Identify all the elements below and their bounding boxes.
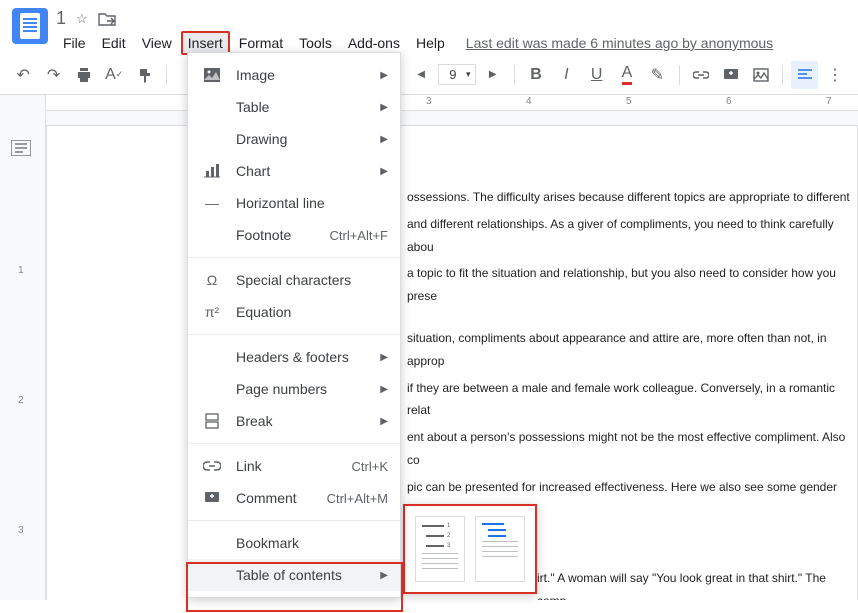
menu-edit[interactable]: Edit	[95, 31, 133, 55]
title-area: 1 ☆ File Edit View Insert Format Tools A…	[56, 8, 846, 55]
insert-link-button[interactable]	[687, 61, 713, 89]
document-title[interactable]: 1	[56, 8, 66, 29]
spellcheck-button[interactable]: A✓	[101, 61, 127, 89]
header: 1 ☆ File Edit View Insert Format Tools A…	[0, 0, 858, 55]
comment-icon	[202, 490, 222, 506]
underline-button[interactable]: U	[583, 61, 609, 89]
doc-text[interactable]: ent about a person's possessions might n…	[407, 426, 857, 472]
insert-headers-footers[interactable]: Headers & footers ▶	[188, 341, 400, 373]
insert-bookmark[interactable]: Bookmark	[188, 527, 400, 559]
last-edit-link[interactable]: Last edit was made 6 minutes ago by anon…	[466, 35, 773, 51]
menubar: File Edit View Insert Format Tools Add-o…	[56, 31, 846, 55]
paint-format-button[interactable]	[131, 61, 157, 89]
text-color-button[interactable]: A	[614, 61, 640, 89]
chart-icon	[202, 164, 222, 178]
redo-button[interactable]: ↷	[40, 61, 66, 89]
font-size-decrease[interactable]: ◀	[408, 61, 434, 89]
image-icon	[202, 67, 222, 83]
insert-image-button[interactable]	[748, 61, 774, 89]
insert-link[interactable]: Link Ctrl+K	[188, 450, 400, 482]
horizontal-ruler: 3 4 5 6 7	[46, 95, 858, 111]
insert-footnote[interactable]: Footnote Ctrl+Alt+F	[188, 219, 400, 251]
link-icon	[202, 461, 222, 471]
move-folder-icon[interactable]	[98, 12, 116, 26]
menu-file[interactable]: File	[56, 31, 93, 55]
menu-view[interactable]: View	[135, 31, 179, 55]
insert-chart[interactable]: Chart ▶	[188, 155, 400, 187]
doc-text[interactable]: if they are between a male and female wo…	[407, 377, 857, 423]
toc-style-numbered[interactable]: 1 2 3	[415, 516, 465, 582]
font-size-input[interactable]: 9	[438, 64, 475, 85]
insert-equation[interactable]: π² Equation	[188, 296, 400, 328]
chevron-right-icon: ▶	[380, 134, 388, 145]
insert-drawing[interactable]: Drawing ▶	[188, 123, 400, 155]
toolbar: ↶ ↷ A✓ ◀ 9 ▶ B I U A ✎ ⋮	[0, 55, 858, 95]
align-left-button[interactable]	[791, 61, 817, 89]
doc-text[interactable]: and different relationships. As a giver …	[407, 213, 857, 259]
italic-button[interactable]: I	[553, 61, 579, 89]
outline-toggle-icon[interactable]	[4, 131, 38, 165]
doc-text[interactable]: a topic to fit the situation and relatio…	[407, 262, 857, 308]
more-toolbar-button[interactable]: ⋮	[822, 61, 848, 89]
insert-table-of-contents[interactable]: Table of contents ▶	[188, 559, 400, 591]
undo-button[interactable]: ↶	[10, 61, 36, 89]
print-button[interactable]	[71, 61, 97, 89]
break-icon	[202, 413, 222, 429]
bold-button[interactable]: B	[523, 61, 549, 89]
highlight-button[interactable]: ✎	[644, 61, 670, 89]
insert-comment-button[interactable]	[718, 61, 744, 89]
chevron-right-icon: ▶	[380, 384, 388, 395]
chevron-right-icon: ▶	[380, 102, 388, 113]
menu-help[interactable]: Help	[409, 31, 452, 55]
insert-horizontal-line[interactable]: — Horizontal line	[188, 187, 400, 219]
chevron-right-icon: ▶	[380, 352, 388, 363]
star-icon[interactable]: ☆	[76, 11, 88, 27]
ruler-v-tick: 3	[18, 525, 24, 536]
chevron-right-icon: ▶	[380, 570, 388, 581]
insert-comment[interactable]: Comment Ctrl+Alt+M	[188, 482, 400, 514]
insert-image[interactable]: Image ▶	[188, 59, 400, 91]
toc-submenu: 1 2 3	[403, 504, 537, 594]
chevron-right-icon: ▶	[380, 166, 388, 177]
chevron-right-icon: ▶	[380, 416, 388, 427]
font-size-increase[interactable]: ▶	[480, 61, 506, 89]
docs-logo-icon[interactable]	[12, 8, 48, 44]
doc-text[interactable]: ossessions. The difficulty arises becaus…	[407, 186, 857, 209]
insert-special-characters[interactable]: Ω Special characters	[188, 264, 400, 296]
insert-menu-dropdown: Image ▶ Table ▶ Drawing ▶ Chart ▶ — Hori…	[187, 52, 401, 598]
omega-icon: Ω	[202, 272, 222, 288]
pi-icon: π²	[202, 304, 222, 320]
hr-icon: —	[202, 195, 222, 211]
doc-text[interactable]: situation, compliments about appearance …	[407, 327, 857, 373]
insert-break[interactable]: Break ▶	[188, 405, 400, 437]
ruler-v-tick: 1	[18, 265, 24, 276]
ruler-v-tick: 2	[18, 395, 24, 406]
chevron-right-icon: ▶	[380, 70, 388, 81]
vertical-ruler: 1 2 3	[0, 95, 46, 600]
insert-table[interactable]: Table ▶	[188, 91, 400, 123]
toc-style-links[interactable]	[475, 516, 525, 582]
insert-page-numbers[interactable]: Page numbers ▶	[188, 373, 400, 405]
